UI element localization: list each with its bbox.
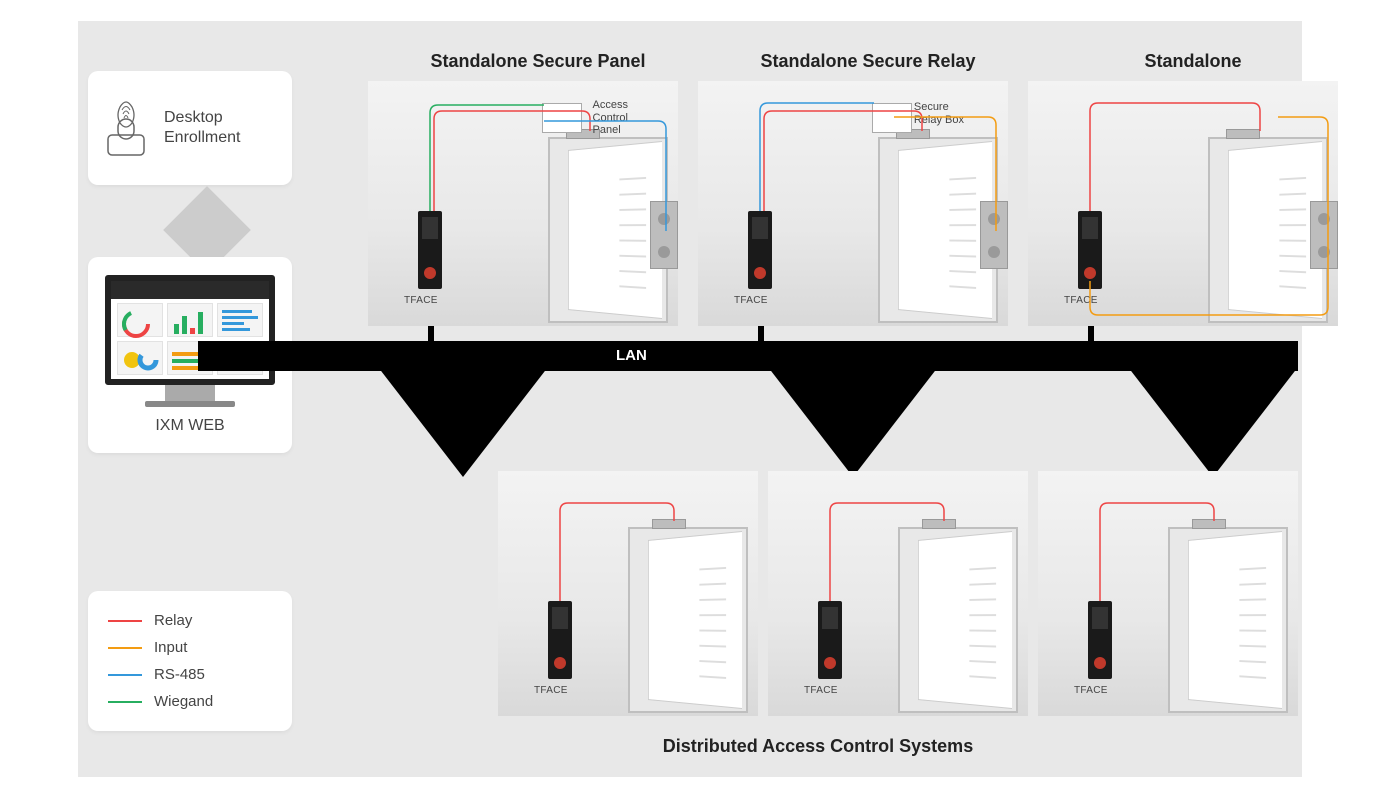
- lan-tri-left: [378, 367, 548, 477]
- tface-device: [748, 211, 772, 289]
- enrollment-card: Desktop Enrollment: [88, 71, 292, 185]
- legend-input: Input: [108, 639, 272, 656]
- lan-tri-right: [1128, 367, 1298, 477]
- lan-tri-mid: [768, 367, 938, 477]
- scene-standalone: TFACE: [1028, 81, 1338, 326]
- scene-distributed-2: TFACE: [768, 471, 1028, 716]
- legend-relay: Relay: [108, 612, 272, 629]
- header-standalone-relay: Standalone Secure Relay: [708, 51, 1028, 72]
- srb-label: Secure Relay Box: [914, 101, 964, 126]
- scene-standalone-relay: Secure Relay Box TFACE: [698, 81, 1008, 326]
- header-standalone: Standalone: [1038, 51, 1348, 72]
- lan-bus: [198, 341, 1298, 371]
- scene-distributed-3: TFACE: [1038, 471, 1298, 716]
- legend-input-label: Input: [154, 639, 187, 656]
- scene-standalone-panel: Access Control Panel TFACE: [368, 81, 678, 326]
- legend-relay-label: Relay: [154, 612, 192, 629]
- diagram-canvas: Desktop Enrollment IXM WEB Relay: [78, 21, 1302, 777]
- enrollment-label: Desktop Enrollment: [164, 108, 240, 148]
- tface-device: [548, 601, 572, 679]
- tface-device: [1078, 211, 1102, 289]
- lan-label: LAN: [616, 347, 647, 364]
- legend-rs485-label: RS-485: [154, 666, 205, 683]
- tface-label: TFACE: [804, 685, 838, 696]
- header-standalone-panel: Standalone Secure Panel: [378, 51, 698, 72]
- bottom-title: Distributed Access Control Systems: [558, 736, 1078, 757]
- tface-device: [818, 601, 842, 679]
- ixm-label: IXM WEB: [155, 417, 224, 435]
- scene-distributed-1: TFACE: [498, 471, 758, 716]
- tface-device: [1088, 601, 1112, 679]
- tface-device: [418, 211, 442, 289]
- fingerprint-icon: [102, 97, 150, 159]
- tface-label: TFACE: [1064, 295, 1098, 306]
- legend-rs485: RS-485: [108, 666, 272, 683]
- tface-label: TFACE: [734, 295, 768, 306]
- tface-label: TFACE: [1074, 685, 1108, 696]
- tface-label: TFACE: [404, 295, 438, 306]
- legend-wiegand: Wiegand: [108, 693, 272, 710]
- tface-label: TFACE: [534, 685, 568, 696]
- acp-label: Access Control Panel: [593, 99, 628, 137]
- legend-card: Relay Input RS-485 Wiegand: [88, 591, 292, 731]
- legend-wiegand-label: Wiegand: [154, 693, 213, 710]
